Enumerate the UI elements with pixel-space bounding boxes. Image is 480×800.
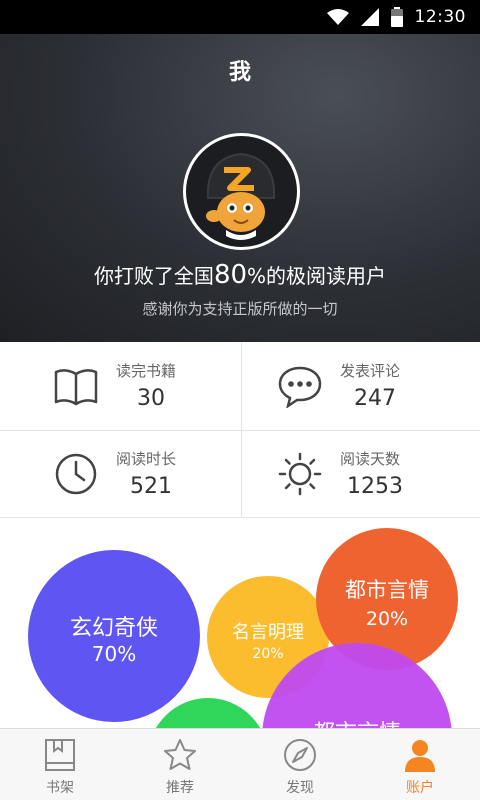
tab-bookshelf[interactable]: 书架	[0, 729, 120, 800]
thanks-text: 感谢你为支持正版所做的一切	[142, 300, 338, 318]
bookshelf-icon	[45, 739, 75, 771]
genre-bubbles: 玄幻奇侠 70% 名言明理 20% 都市言情 20% 都市言情	[0, 518, 480, 728]
genre-percent: 20%	[365, 608, 409, 630]
ranking-percent: 80	[213, 260, 248, 290]
ranking-suffix: %的极阅读用户	[247, 264, 387, 288]
status-icons: 12:30	[326, 7, 467, 27]
status-time: 12:30	[414, 7, 466, 27]
genre-name: 都市言情	[262, 715, 452, 728]
genre-percent: 70%	[91, 642, 137, 666]
tab-account[interactable]: 账户	[360, 729, 480, 800]
comment-icon	[278, 366, 322, 408]
stat-value: 1253	[347, 474, 403, 499]
divider	[0, 430, 480, 431]
ranking-prefix: 你打败了全国	[93, 264, 214, 288]
profile-header: 我 你打败了全国80%的极阅读用户 感谢你为支持正版所做的一切	[0, 34, 480, 342]
page-title: 我	[228, 60, 251, 85]
stat-reading-days[interactable]: 阅读天数 1253	[0, 430, 480, 518]
avatar[interactable]	[183, 133, 300, 250]
genre-name: 都市言情	[345, 578, 429, 602]
tab-recommend[interactable]: 推荐	[120, 729, 240, 800]
star-icon	[164, 739, 196, 770]
genre-bubble-xuanhuan[interactable]: 玄幻奇侠 70%	[28, 550, 200, 722]
mascot-avatar-icon	[191, 144, 291, 244]
stat-comments[interactable]: 发表评论 247	[0, 342, 480, 430]
stat-value: 247	[354, 386, 396, 411]
tab-label: 推荐	[166, 780, 194, 796]
compass-icon	[284, 739, 316, 771]
battery-icon	[390, 7, 403, 27]
genre-name: 玄幻奇侠	[69, 616, 158, 641]
tab-discover[interactable]: 发现	[240, 729, 360, 800]
bottom-tab-bar: 书架 推荐 发现 账户	[0, 728, 480, 800]
stat-label: 阅读天数	[340, 450, 401, 468]
signal-icon	[360, 8, 379, 26]
sun-icon	[278, 452, 322, 496]
stat-label: 发表评论	[340, 362, 401, 380]
status-bar: 12:30	[0, 0, 480, 34]
tab-label: 账户	[406, 780, 434, 796]
wifi-icon	[326, 9, 349, 25]
ranking-line: 你打败了全国80%的极阅读用户	[0, 260, 480, 290]
genre-name: 名言明理	[232, 622, 304, 643]
tab-label: 发现	[286, 780, 314, 796]
account-icon	[405, 740, 435, 772]
tab-label: 书架	[46, 780, 74, 796]
reading-stats: 读完书籍 30 发表评论 247 阅读时长 521 阅读天数 1253	[0, 342, 480, 518]
